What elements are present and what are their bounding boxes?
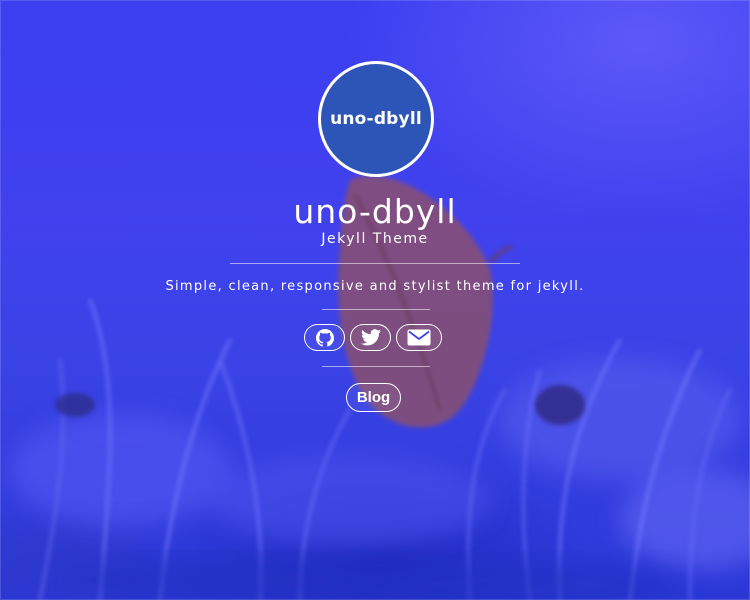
email-button[interactable] [396, 324, 442, 351]
envelope-icon [407, 329, 431, 346]
twitter-button[interactable] [350, 324, 391, 351]
twitter-icon [360, 329, 381, 346]
avatar: uno-dbyll [318, 61, 434, 177]
avatar-text: uno-dbyll [330, 109, 422, 129]
github-icon [315, 328, 334, 347]
site-title: uno-dbyll [293, 192, 457, 231]
divider-bottom [322, 366, 430, 367]
site-subtitle: Jekyll Theme [321, 231, 429, 247]
github-button[interactable] [304, 324, 345, 351]
blog-button[interactable]: Blog [346, 383, 401, 412]
divider-middle [322, 309, 430, 310]
social-links [304, 324, 442, 351]
divider-top [230, 263, 520, 264]
site-tagline: Simple, clean, responsive and stylist th… [165, 279, 585, 294]
